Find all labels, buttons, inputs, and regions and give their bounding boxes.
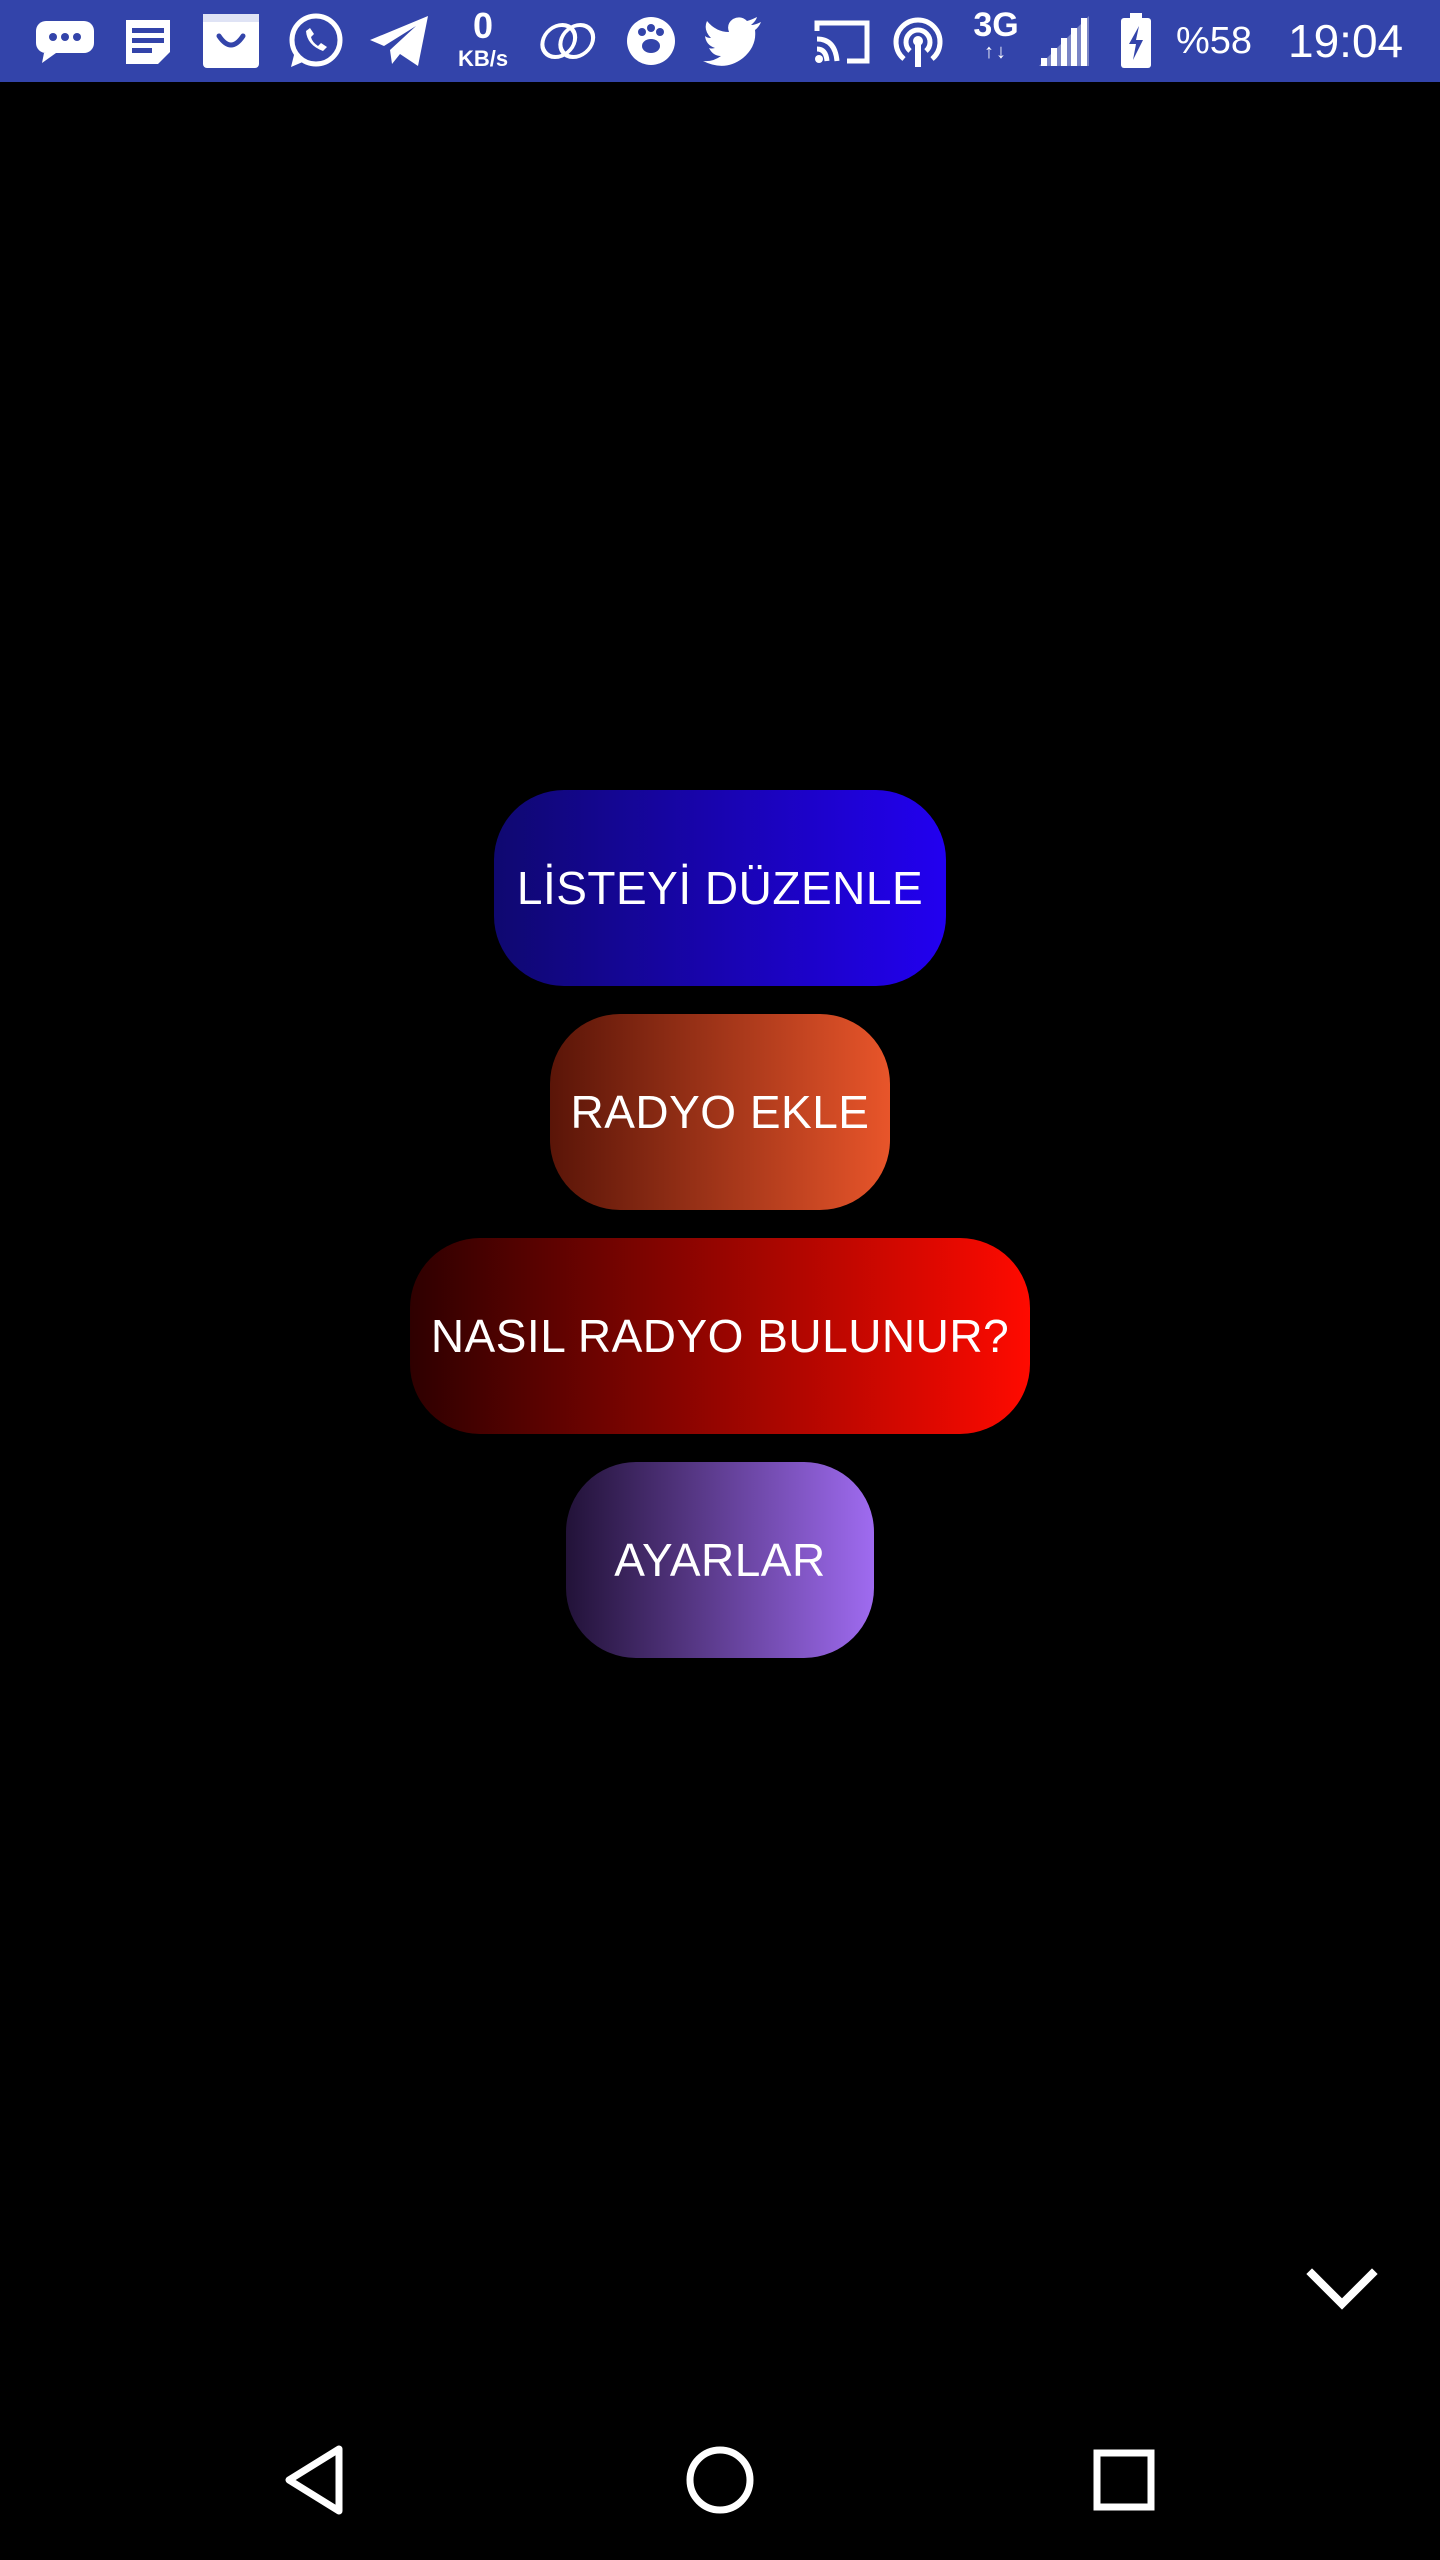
add-radio-button[interactable]: RADYO EKLE <box>550 1014 890 1210</box>
network-arrows: ↑↓ <box>984 41 1008 63</box>
cast-icon <box>810 12 874 70</box>
clock-time: 19:04 <box>1288 15 1404 67</box>
data-speed-unit: KB/s <box>457 46 509 71</box>
screen: 0 KB/s 3G ↑↓ %58 19:04 LİSTEYİ DÜZENLE R… <box>0 0 1440 2560</box>
home-icon[interactable] <box>670 2430 770 2530</box>
status-bar: 0 KB/s 3G ↑↓ %58 19:04 <box>0 0 1440 82</box>
signal-icon <box>1034 12 1094 70</box>
telegram-icon <box>366 12 432 70</box>
data-speed-value: 0 <box>472 5 494 46</box>
network-type: 3G <box>973 6 1019 44</box>
messages-icon <box>30 12 100 70</box>
back-icon[interactable] <box>266 2430 366 2530</box>
recents-icon[interactable] <box>1074 2430 1174 2530</box>
link-icon <box>534 12 600 70</box>
battery-icon <box>1116 12 1156 70</box>
twitter-icon <box>700 12 766 70</box>
settings-button[interactable]: AYARLAR <box>566 1462 874 1658</box>
how-to-find-radio-button[interactable]: NASIL RADYO BULUNUR? <box>410 1238 1030 1434</box>
shopping-bag-icon <box>198 12 264 70</box>
chevron-down-icon[interactable] <box>1304 2262 1380 2318</box>
network-type-indicator: 3G ↑↓ <box>968 8 1024 62</box>
data-speed-indicator: 0 KB/s <box>448 8 518 70</box>
edit-list-button[interactable]: LİSTEYİ DÜZENLE <box>494 790 946 986</box>
whatsapp-icon <box>282 12 348 70</box>
notes-icon <box>118 12 178 70</box>
battery-percent: %58 <box>1176 19 1253 62</box>
hotspot-icon <box>888 12 948 70</box>
pawprint-icon <box>622 12 680 70</box>
